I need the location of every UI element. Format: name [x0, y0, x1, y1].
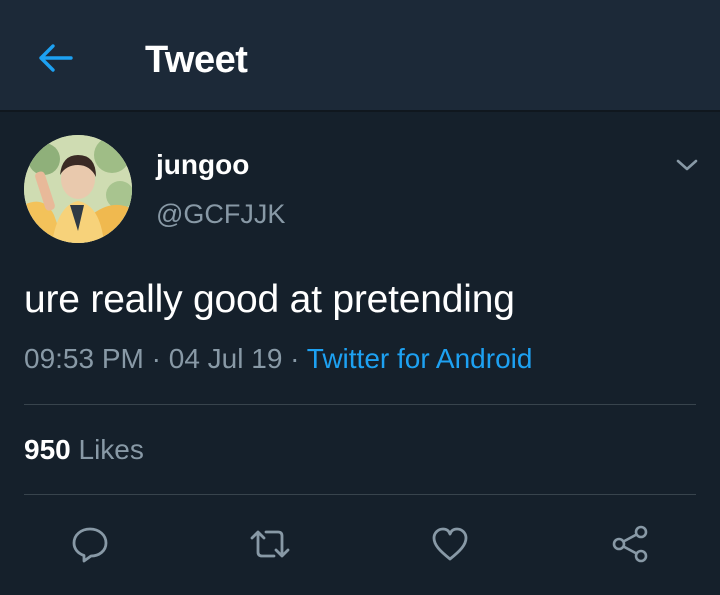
like-button[interactable] — [428, 522, 472, 566]
display-name[interactable]: jungoo — [156, 148, 249, 182]
likes-label: Likes — [78, 434, 144, 465]
user-handle[interactable]: @GCFJJK — [156, 197, 285, 231]
meta-separator: · — [151, 343, 161, 374]
likes-stat[interactable]: 950 Likes — [24, 432, 144, 468]
divider — [24, 404, 696, 405]
top-app-bar: Tweet — [0, 0, 720, 112]
divider — [24, 494, 696, 495]
page-title: Tweet — [145, 39, 248, 81]
chevron-down-icon — [676, 159, 698, 171]
share-icon — [612, 525, 648, 563]
retweet-icon — [250, 530, 290, 558]
avatar[interactable] — [24, 135, 132, 243]
share-button[interactable] — [608, 522, 652, 566]
tweet-date: 04 Jul 19 — [168, 343, 283, 374]
tweet-source-link[interactable]: Twitter for Android — [307, 343, 533, 374]
tweet-detail-screen: Tweet jungoo @GCFJJK ure really good at … — [0, 0, 720, 595]
profile-photo — [24, 135, 132, 243]
heart-icon — [432, 527, 468, 561]
reply-icon — [72, 527, 108, 563]
meta-separator: · — [290, 343, 300, 374]
arrow-left-icon — [39, 44, 73, 72]
tweet-time: 09:53 PM — [24, 343, 144, 374]
tweet-text: ure really good at pretending — [24, 278, 515, 321]
back-button[interactable] — [30, 36, 80, 80]
tweet-options-button[interactable] — [670, 150, 704, 180]
likes-count: 950 — [24, 434, 71, 465]
retweet-button[interactable] — [248, 522, 292, 566]
reply-button[interactable] — [68, 522, 112, 566]
tweet-metadata: 09:53 PM · 04 Jul 19 · Twitter for Andro… — [24, 341, 532, 377]
